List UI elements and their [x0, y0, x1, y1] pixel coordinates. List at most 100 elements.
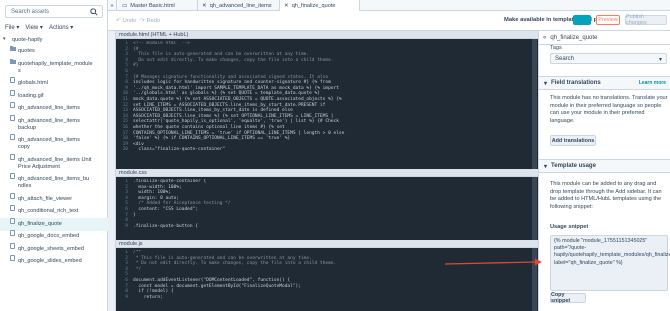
file-icon [10, 153, 15, 160]
add-translations-button[interactable]: Add translations [550, 135, 596, 146]
file-item[interactable]: qh_google_docs_embed [0, 230, 108, 243]
file-icon [10, 192, 15, 199]
file-icon [10, 230, 15, 236]
file-item[interactable]: qh_advanced_line_items [0, 102, 108, 115]
publish-button[interactable]: Publish changes [625, 14, 667, 26]
file-icon [10, 255, 15, 261]
translations-text: This module has no translations. Transla… [550, 95, 668, 124]
tree-item-label: qh_google_sheets_embed [18, 245, 84, 252]
chevron-down-icon: ▾ [3, 36, 9, 42]
css-code: 1 .finalize-quote-container { 2 max-width… [125, 179, 231, 229]
chevron-down-icon: ▾ [544, 163, 548, 170]
folder-item[interactable]: quotes [0, 45, 108, 58]
collapse-panel-icon[interactable]: « [543, 35, 546, 41]
panel-title: qh_finalize_quote [550, 34, 598, 41]
file-icon [10, 77, 15, 83]
html-code-editor[interactable]: 1 <!-- module html --> 2 {# 3 This file is… [116, 39, 538, 169]
file-icon [10, 134, 15, 140]
tab-master-basic[interactable]: ▭ Master Basic.html [118, 0, 198, 11]
tree-item-label: qh_advanced_line_items Unit Price Adjust… [18, 156, 92, 170]
html-scrollbar[interactable] [532, 39, 537, 169]
tree-item-label: loading.gif [18, 92, 44, 99]
root-folder[interactable]: ▾ quote-hapily [0, 36, 108, 44]
template-usage-header[interactable]: ▾ Template usage [539, 159, 670, 173]
learn-more-link[interactable]: Learn more [639, 80, 666, 86]
file-icon [10, 102, 15, 108]
available-label: Make available in templates and pages [504, 17, 611, 23]
editor-toolbar: ↶ Undo ↷ Redo Make available in templates … [108, 11, 670, 31]
file-item[interactable]: qh_conditional_rich_text [0, 205, 108, 218]
view-menu[interactable]: View ▾ [25, 24, 43, 34]
folder-item[interactable]: quotehapily_template_module s [0, 58, 108, 78]
file-item[interactable]: qh_advanced_line_items Unit Price Adjust… [0, 153, 108, 174]
tree-item-label: qh_conditional_rich_text [18, 208, 79, 214]
file-icon [10, 114, 15, 121]
tab-advanced-line-items[interactable]: ✕ qh_advanced_line_items [198, 0, 280, 11]
tree-item-label: qh_attach_file_viewer [18, 195, 73, 202]
preview-button[interactable]: Preview [596, 15, 620, 25]
tab-finalize-quote[interactable]: ✕ qh_finalize_quote [280, 0, 360, 11]
file-icon [10, 89, 15, 96]
search-icon [90, 8, 98, 16]
close-icon[interactable]: ✕ [202, 3, 207, 9]
folder-icon [10, 46, 16, 51]
file-item[interactable]: qh_advanced_line_items backup [0, 114, 108, 135]
file-item[interactable]: globals.html [0, 77, 108, 90]
tree-item-label: qh_advanced_line_items backup [18, 117, 80, 131]
folder-icon [10, 58, 16, 64]
file-item[interactable]: qh_finalize_quote [0, 217, 108, 231]
html-code: 1 <!-- module html --> 2 {# 3 This file is… [122, 41, 345, 153]
file-menu[interactable]: File ▾ [5, 24, 19, 34]
file-icon [10, 242, 15, 249]
redo-icon: ↷ [140, 17, 145, 24]
chevron-down-icon: ▾ [544, 80, 548, 87]
file-item[interactable]: qh_google_sheets_embed [0, 242, 108, 256]
file-icon [10, 217, 15, 224]
collapse-sidebar-icon[interactable]: « [108, 0, 117, 11]
file-item[interactable]: qh_google_slides_embed [0, 255, 108, 268]
file-icon: ▭ [122, 2, 128, 9]
file-icon [10, 173, 15, 179]
css-pane-title: module.css [116, 169, 538, 177]
field-translations-header[interactable]: ▾ Field translations Learn more [539, 76, 670, 90]
search-assets-input[interactable]: Search assets [5, 5, 103, 18]
tree-item-label: qh_google_docs_embed [18, 233, 80, 239]
sidebar-menu: File ▾ View ▾ Actions ▾ [5, 24, 105, 34]
usage-snippet-label: Usage snippet [550, 224, 589, 230]
tree-item-label: qh_google_slides_embed [18, 258, 82, 264]
css-scrollbar[interactable] [532, 177, 537, 240]
undo-icon: ↶ [116, 17, 121, 24]
search-placeholder: Search assets [11, 9, 50, 15]
copy-snippet-button[interactable]: Copy snippet [550, 292, 586, 304]
tree-item-label: qh_advanced_line_items_bu ndles [18, 176, 90, 189]
usage-snippet[interactable]: {% module "module_17551151345025" path="… [550, 235, 670, 291]
tree-item-label: quotehapily_template_module s [18, 60, 93, 74]
asset-sidebar: Search assets File ▾ View ▾ Actions ▾ ▾ … [0, 0, 108, 311]
tree-item-label: qh_advanced_line_items [18, 105, 80, 111]
js-pane-title: module.js [116, 240, 538, 248]
close-icon[interactable]: ✕ [284, 3, 289, 9]
tree-item-label: qh_finalize_quote [18, 220, 62, 227]
panel-header: « qh_finalize_quote [539, 31, 670, 45]
editor-gutter-strip [108, 31, 116, 311]
file-item[interactable]: qh_advanced_line_items_bu ndles [0, 173, 108, 193]
tags-label: Tags [550, 45, 562, 51]
redo-button[interactable]: ↷ Redo [140, 16, 160, 25]
undo-button[interactable]: ↶ Undo [116, 16, 136, 25]
file-item[interactable]: qh_attach_file_viewer [0, 192, 108, 206]
annotation-arrow-icon [445, 258, 542, 266]
available-toggle[interactable] [573, 15, 591, 25]
file-item[interactable]: qh_advanced_line_items copy [0, 134, 108, 154]
tab-bar: « ▭ Master Basic.html ✕ qh_advanced_line_i… [108, 0, 670, 11]
actions-menu[interactable]: Actions ▾ [49, 24, 73, 34]
tree-item-label: globals.html [18, 80, 48, 86]
file-icon [10, 205, 15, 211]
html-pane-title: module.html (HTML + HubL) [116, 31, 538, 39]
tree-item-label: qh_advanced_line_items copy [18, 137, 80, 150]
file-item[interactable]: loading.gif [0, 89, 108, 103]
template-usage-text: This module can be added to any drag and… [550, 181, 662, 210]
tree-item-label: quotes [18, 48, 35, 54]
tags-select[interactable]: Search ▾ [550, 53, 667, 64]
css-code-editor[interactable]: 1 .finalize-quote-container { 2 max-width… [116, 177, 538, 240]
module-settings-panel: « qh_finalize_quote Tags Search ▾ ▾ Fiel… [538, 31, 670, 311]
